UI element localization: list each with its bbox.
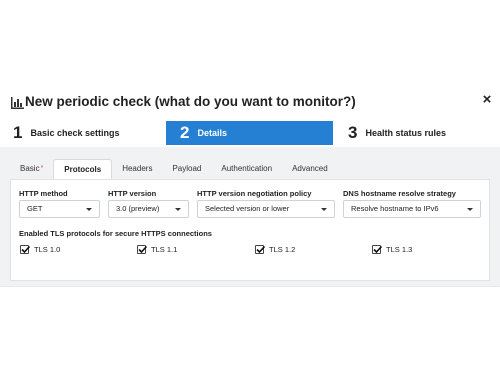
modal-bottom-edge [0, 286, 500, 287]
step-label: Health status rules [365, 128, 446, 138]
tab-label: Authentication [221, 164, 273, 173]
tab-bar: Basic* Protocols Headers Payload Authent… [10, 159, 338, 179]
chevron-down-icon [86, 208, 92, 211]
bar-chart-icon [11, 96, 24, 109]
chevron-down-icon [321, 208, 327, 211]
step-number: 1 [13, 123, 23, 142]
tab-label: Payload [172, 164, 202, 173]
dns-strategy-select[interactable]: Resolve hostname to IPv6 [343, 200, 481, 218]
checkbox-box [20, 244, 31, 254]
tls-1-1-checkbox[interactable]: TLS 1.1 [137, 243, 177, 255]
step-number: 3 [348, 123, 358, 142]
tls-protocols-label: Enabled TLS protocols for secure HTTPS c… [19, 229, 212, 238]
http-version-label: HTTP version [108, 189, 157, 198]
tls-option-label: TLS 1.1 [151, 244, 178, 254]
checkbox-box [255, 244, 266, 254]
tab-label: Advanced [292, 164, 328, 173]
modal-header: New periodic check (what do you want to … [0, 86, 500, 118]
tls-option-label: TLS 1.2 [269, 244, 296, 254]
step-details[interactable]: 2 Details [166, 121, 333, 145]
tab-label: Protocols [64, 165, 102, 174]
tls-option-label: TLS 1.3 [386, 244, 413, 254]
tls-1-2-checkbox[interactable]: TLS 1.2 [255, 243, 295, 255]
protocols-tab-content: HTTP method GET HTTP version 3.0 (previe… [10, 179, 490, 281]
chevron-down-icon [467, 208, 473, 211]
checkmark-icon [373, 245, 383, 253]
negotiation-policy-label: HTTP version negotiation policy [197, 189, 312, 198]
checkbox-box [372, 244, 383, 254]
select-value: 3.0 (preview) [116, 204, 160, 213]
details-panel: Basic* Protocols Headers Payload Authent… [0, 147, 500, 286]
close-icon[interactable]: × [480, 92, 494, 107]
tls-1-3-checkbox[interactable]: TLS 1.3 [372, 243, 412, 255]
http-method-label: HTTP method [19, 189, 68, 198]
tab-basic[interactable]: Basic* [10, 159, 53, 179]
tab-label: Basic [20, 164, 40, 173]
tab-protocols[interactable]: Protocols [53, 159, 113, 179]
checkmark-icon [138, 245, 148, 253]
tab-authentication[interactable]: Authentication [211, 159, 282, 179]
step-label: Details [197, 128, 227, 138]
tab-headers[interactable]: Headers [112, 159, 162, 179]
new-check-modal: New periodic check (what do you want to … [0, 86, 500, 286]
http-method-select[interactable]: GET [19, 200, 100, 218]
wizard-steps: 1 Basic check settings 2 Details 3 Healt… [0, 121, 500, 145]
select-value: GET [27, 204, 43, 213]
tab-payload[interactable]: Payload [162, 159, 211, 179]
http-version-select[interactable]: 3.0 (preview) [108, 200, 189, 218]
required-marker: * [40, 165, 44, 172]
checkmark-icon [256, 245, 266, 253]
step-health-status-rules[interactable]: 3 Health status rules [333, 121, 500, 145]
tls-option-label: TLS 1.0 [34, 244, 61, 254]
tls-1-0-checkbox[interactable]: TLS 1.0 [20, 243, 60, 255]
step-basic-check-settings[interactable]: 1 Basic check settings [0, 121, 166, 145]
select-value: Selected version or lower [205, 204, 290, 213]
modal-title: New periodic check (what do you want to … [25, 94, 356, 109]
dns-strategy-label: DNS hostname resolve strategy [343, 189, 456, 198]
negotiation-policy-select[interactable]: Selected version or lower [197, 200, 335, 218]
tab-label: Headers [122, 164, 153, 173]
step-label: Basic check settings [30, 128, 120, 138]
checkmark-icon [21, 245, 31, 253]
step-number: 2 [180, 123, 190, 142]
chevron-down-icon [175, 208, 181, 211]
select-value: Resolve hostname to IPv6 [351, 204, 439, 213]
checkbox-box [137, 244, 148, 254]
tab-advanced[interactable]: Advanced [282, 159, 338, 179]
